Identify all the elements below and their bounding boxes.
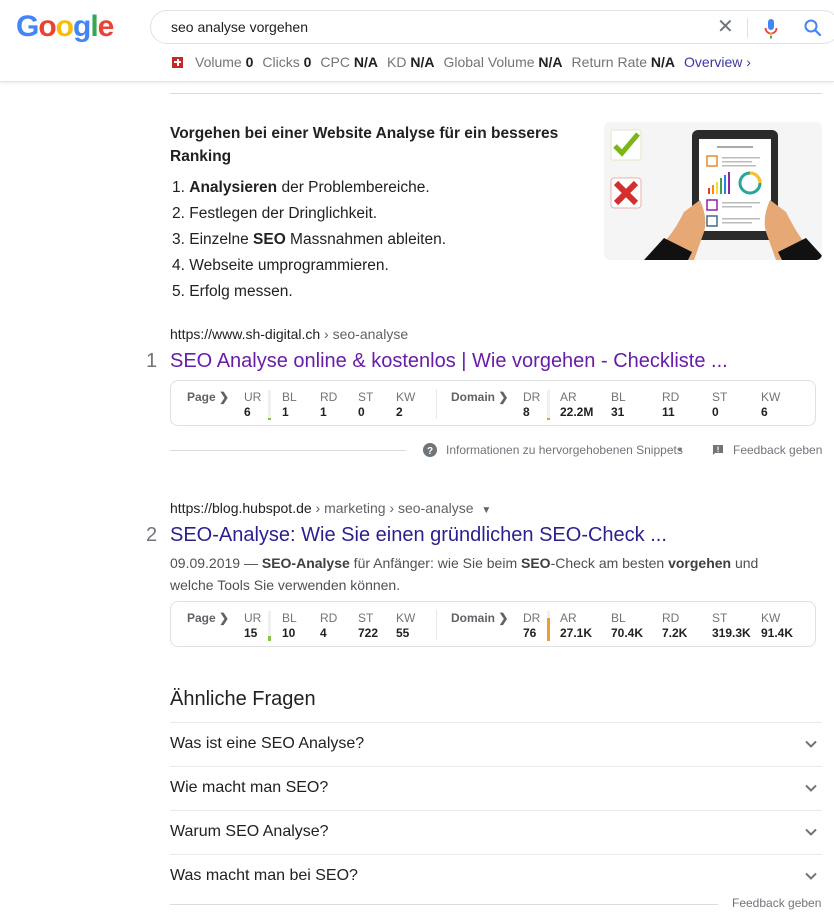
list-item: 3. Einzelne SEO Massnahmen ableiten.	[172, 231, 447, 248]
featured-snippet-title: Vorgehen bei einer Website Analyse für e…	[170, 125, 559, 165]
search-divider	[747, 18, 748, 38]
search-query-text[interactable]: seo analyse vorgehen	[171, 19, 308, 35]
metric-global-volume: Global Volume N/A	[443, 54, 563, 70]
related-questions-heading: Ähnliche Fragen	[170, 688, 316, 710]
logo-letter: e	[97, 10, 115, 43]
metric-ur: UR 6	[244, 390, 262, 419]
microphone-icon[interactable]	[763, 18, 779, 40]
overview-link[interactable]: Overview ›	[684, 54, 751, 70]
search-header: Google seo analyse vorgehen ✕ Volume 0 C…	[0, 0, 834, 82]
dr-bar-fill	[547, 418, 550, 420]
result-rank: 1	[146, 350, 158, 372]
ahrefs-metrics-bar: Page ❯ UR 15 BL 10 RD 4 ST 722 KW 55 Domain ❯…	[170, 601, 816, 647]
metric-bl: BL 31	[611, 390, 626, 419]
ur-bar	[268, 390, 271, 420]
related-question[interactable]: Wie macht man SEO?	[170, 766, 822, 810]
logo-letter: o	[38, 10, 56, 43]
logo-letter: l	[90, 10, 98, 43]
metric-volume: Volume 0	[195, 54, 254, 70]
chevron-down-icon[interactable]	[804, 737, 818, 751]
page-metrics-link[interactable]: Page ❯	[187, 611, 229, 625]
featured-snippet-footer: ? Informationen zu hervorgehobenen Snipp…	[170, 441, 822, 461]
result-options-dropdown-icon[interactable]: ▼	[481, 505, 491, 516]
metric-ur: UR 15	[244, 611, 262, 640]
result-rank: 2	[146, 524, 158, 546]
metric-st: ST 319.3K	[712, 611, 751, 640]
chevron-down-icon[interactable]	[804, 869, 818, 883]
metric-st: ST 722	[358, 611, 379, 640]
metric-kw: KW 55	[396, 611, 416, 640]
ur-bar-fill	[268, 418, 271, 420]
ahrefs-metrics-bar: Page ❯ UR 6 BL 1 RD 1 ST 0 KW 2 Domain ❯ DR 8 …	[170, 380, 816, 426]
chevron-down-icon[interactable]	[804, 781, 818, 795]
dr-bar-fill	[547, 618, 550, 641]
divider	[436, 610, 437, 640]
metric-st: ST 0	[358, 390, 374, 419]
featured-snippet-info-link[interactable]: Informationen zu hervorgehobenen Snippet…	[446, 443, 683, 457]
list-item: 2. Festlegen der Dringlichkeit.	[172, 205, 378, 222]
result-title-link[interactable]: SEO Analyse online & kostenlos | Wie vor…	[170, 350, 728, 373]
related-question[interactable]: Was ist eine SEO Analyse?	[170, 722, 822, 766]
svg-text:?: ?	[427, 446, 433, 457]
divider	[436, 389, 437, 419]
feedback-link[interactable]: Feedback geben	[733, 443, 822, 457]
divider	[170, 93, 822, 94]
dr-bar	[547, 390, 550, 420]
ur-bar	[268, 611, 271, 641]
metric-st: ST 0	[712, 390, 728, 419]
metric-bl: BL 10	[282, 611, 297, 640]
metric-bl: BL 1	[282, 390, 297, 419]
related-question[interactable]: Warum SEO Analyse?	[170, 810, 822, 854]
cross-mark-icon	[610, 177, 642, 209]
search-input[interactable]: seo analyse vorgehen ✕	[150, 10, 834, 44]
list-item: 5. Erfolg messen.	[172, 283, 293, 300]
metric-rd: RD 7.2K	[662, 611, 688, 640]
separator-dot: •	[678, 443, 683, 457]
metric-clicks: Clicks 0	[262, 54, 312, 70]
metric-ar: AR 27.1K	[560, 611, 593, 640]
google-logo[interactable]: Google	[16, 10, 115, 44]
ur-bar-fill	[268, 636, 271, 641]
domain-metrics-link[interactable]: Domain ❯	[451, 390, 508, 404]
result-url[interactable]: https://blog.hubspot.de › marketing › se…	[170, 500, 491, 516]
logo-letter: o	[55, 10, 74, 43]
keyword-metrics-bar: Volume 0 Clicks 0 CPC N/A KD N/A Global …	[172, 54, 751, 70]
help-icon[interactable]: ?	[423, 443, 437, 457]
metric-rd: RD 4	[320, 611, 338, 640]
page-metrics-link[interactable]: Page ❯	[187, 390, 229, 404]
list-item: 1. Analysieren der Problembereiche.	[172, 179, 430, 196]
featured-snippet-list: 1. Analysieren der Problembereiche. 2. F…	[172, 177, 446, 307]
divider	[170, 450, 406, 451]
feedback-icon[interactable]	[712, 444, 724, 456]
feedback-link[interactable]: Feedback geben	[732, 896, 821, 910]
metric-return-rate: Return Rate N/A	[571, 54, 676, 70]
metric-kw: KW 91.4K	[761, 611, 794, 640]
metric-kw: KW 6	[761, 390, 781, 419]
metric-kd: KD N/A	[387, 54, 435, 70]
check-mark-icon	[610, 129, 642, 161]
metric-ar: AR 22.2M	[560, 390, 594, 419]
domain-metrics-link[interactable]: Domain ❯	[451, 611, 508, 625]
close-icon[interactable]: ✕	[717, 16, 734, 38]
metric-dr: DR 76	[523, 611, 541, 640]
divider	[170, 904, 718, 905]
featured-snippet-image[interactable]	[604, 122, 822, 260]
metric-dr: DR 8	[523, 390, 541, 419]
metric-bl: BL 70.4K	[611, 611, 644, 640]
logo-letter: g	[73, 10, 91, 43]
metric-rd: RD 11	[662, 390, 680, 419]
metric-rd: RD 1	[320, 390, 338, 419]
result-snippet: 09.09.2019 — SEO-Analyse für Anfänger: w…	[170, 555, 759, 593]
chevron-down-icon[interactable]	[804, 825, 818, 839]
switzerland-flag-icon	[172, 56, 183, 68]
logo-letter: G	[16, 10, 39, 43]
dr-bar	[547, 611, 550, 641]
metric-kw: KW 2	[396, 390, 416, 419]
related-question[interactable]: Was macht man bei SEO?	[170, 854, 822, 898]
list-item: 4. Webseite umprogrammieren.	[172, 257, 389, 274]
search-icon[interactable]	[803, 18, 823, 38]
metric-cpc: CPC N/A	[320, 54, 378, 70]
result-title-link[interactable]: SEO-Analyse: Wie Sie einen gründlichen S…	[170, 524, 667, 547]
result-url[interactable]: https://www.sh-digital.ch › seo-analyse	[170, 326, 408, 342]
